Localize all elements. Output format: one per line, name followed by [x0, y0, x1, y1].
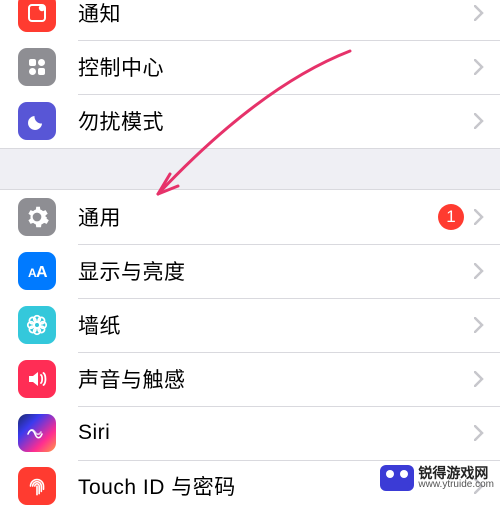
row-label: 勿扰模式: [78, 106, 464, 136]
svg-text:A: A: [36, 264, 48, 281]
row-display-brightness[interactable]: AA 显示与亮度: [0, 244, 500, 298]
row-do-not-disturb[interactable]: 勿扰模式: [0, 94, 500, 148]
row-label: 显示与亮度: [78, 256, 464, 286]
row-label: 墙纸: [78, 310, 464, 340]
row-label: Touch ID 与密码: [78, 471, 464, 501]
row-label: 控制中心: [78, 52, 464, 82]
chevron-right-icon: [474, 5, 484, 21]
control-center-icon: [18, 48, 56, 86]
row-label: 通知: [78, 0, 464, 28]
row-siri[interactable]: Siri: [0, 406, 500, 460]
chevron-right-icon: [474, 209, 484, 225]
notification-icon: [18, 0, 56, 32]
row-general[interactable]: 通用 1: [0, 190, 500, 244]
do-not-disturb-icon: [18, 102, 56, 140]
settings-group-1: 通知 控制中心 勿扰模式: [0, 0, 500, 148]
general-icon: [18, 198, 56, 236]
row-label: Siri: [78, 421, 464, 445]
row-control-center[interactable]: 控制中心: [0, 40, 500, 94]
chevron-right-icon: [474, 263, 484, 279]
row-sounds[interactable]: 声音与触感: [0, 352, 500, 406]
row-wallpaper[interactable]: 墙纸: [0, 298, 500, 352]
row-label: 声音与触感: [78, 364, 464, 394]
chevron-right-icon: [474, 371, 484, 387]
row-label: 通用: [78, 202, 438, 232]
row-touchid[interactable]: Touch ID 与密码: [0, 460, 500, 511]
wallpaper-icon: [18, 306, 56, 344]
chevron-right-icon: [474, 425, 484, 441]
chevron-right-icon: [474, 478, 484, 494]
display-icon: AA: [18, 252, 56, 290]
chevron-right-icon: [474, 317, 484, 333]
chevron-right-icon: [474, 59, 484, 75]
siri-icon: [18, 414, 56, 452]
section-gap: [0, 148, 500, 190]
chevron-right-icon: [474, 113, 484, 129]
touchid-icon: [18, 467, 56, 505]
sounds-icon: [18, 360, 56, 398]
row-notifications[interactable]: 通知: [0, 0, 500, 40]
notification-badge: 1: [438, 204, 464, 230]
settings-group-2: 通用 1 AA 显示与亮度 墙纸 声音与触感 Siri Touch ID: [0, 190, 500, 511]
